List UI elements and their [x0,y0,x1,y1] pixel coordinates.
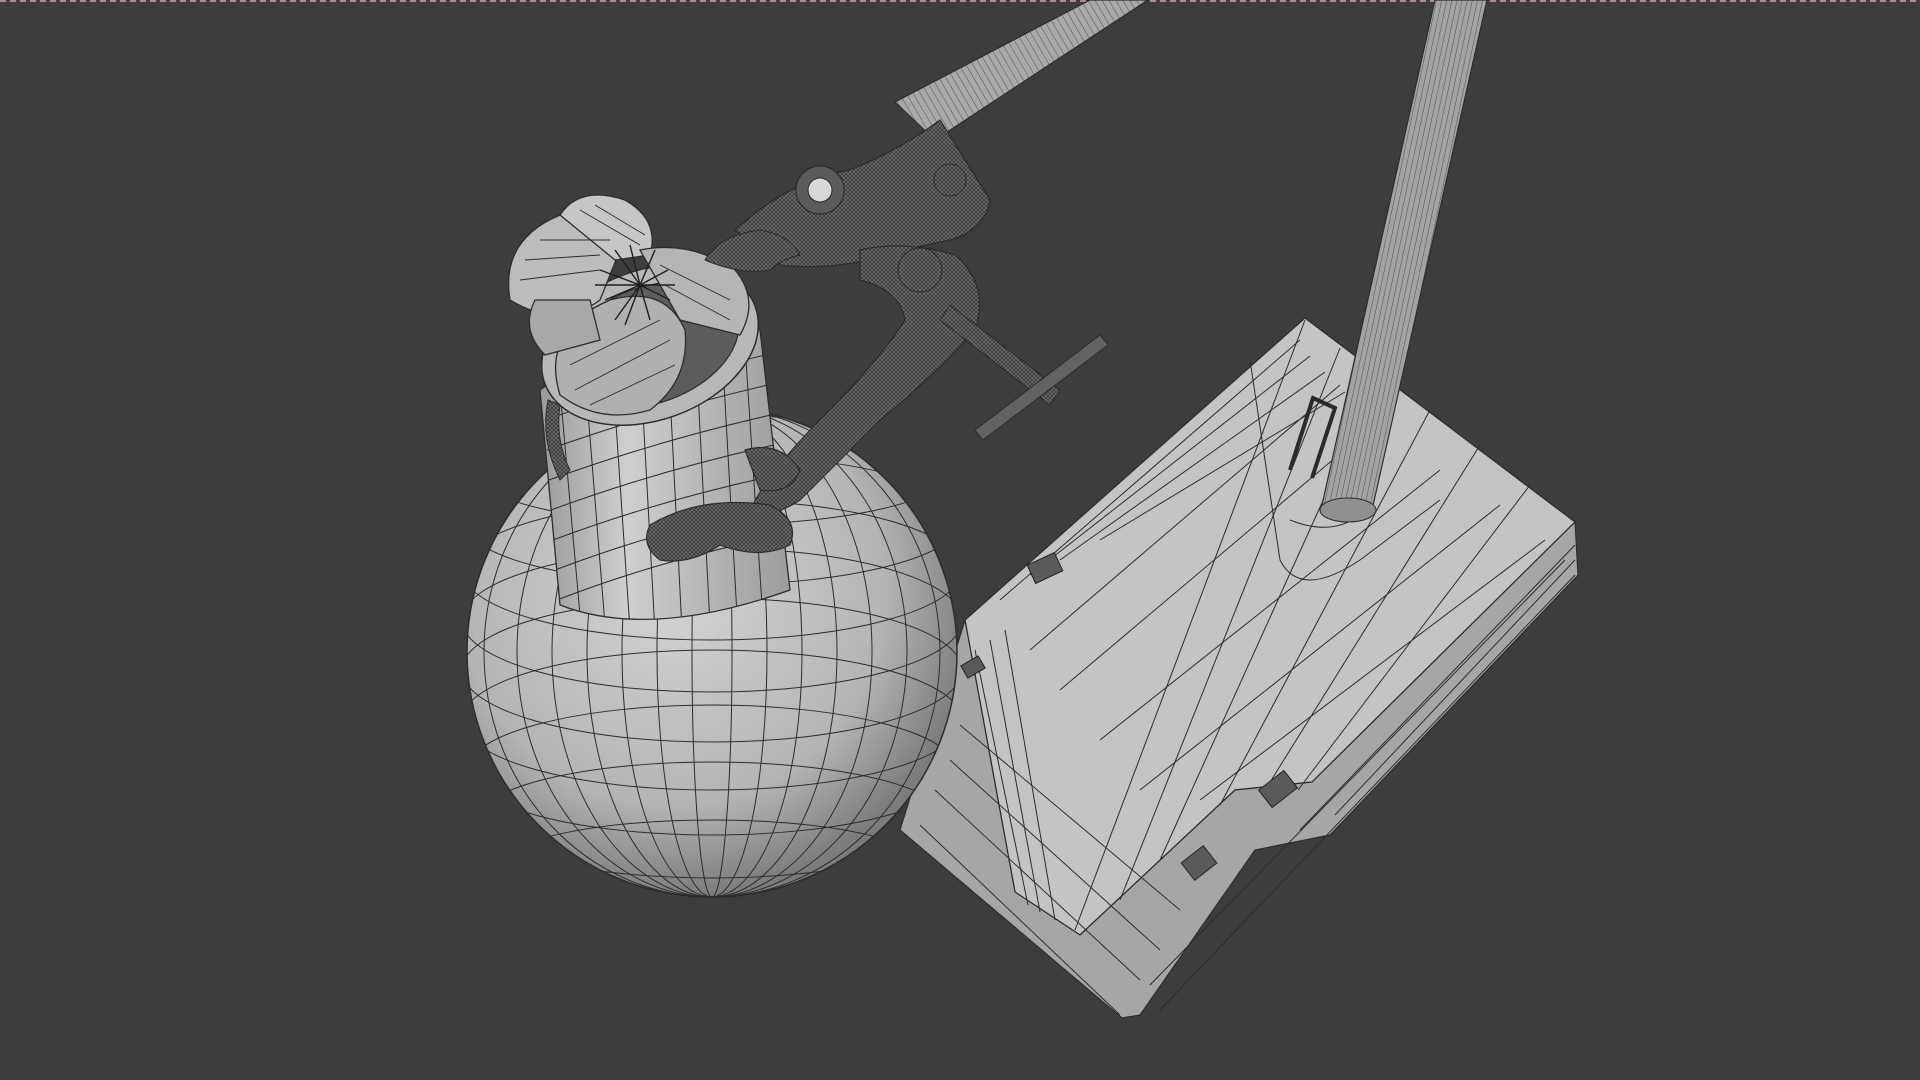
clamp-joint-cap [807,177,833,203]
scene-canvas[interactable] [0,0,1920,1080]
clamp-pivot [897,247,943,293]
clamp-rod[interactable] [893,0,1150,141]
3d-viewport[interactable] [0,0,1920,1080]
clamp-pivot [933,163,967,197]
